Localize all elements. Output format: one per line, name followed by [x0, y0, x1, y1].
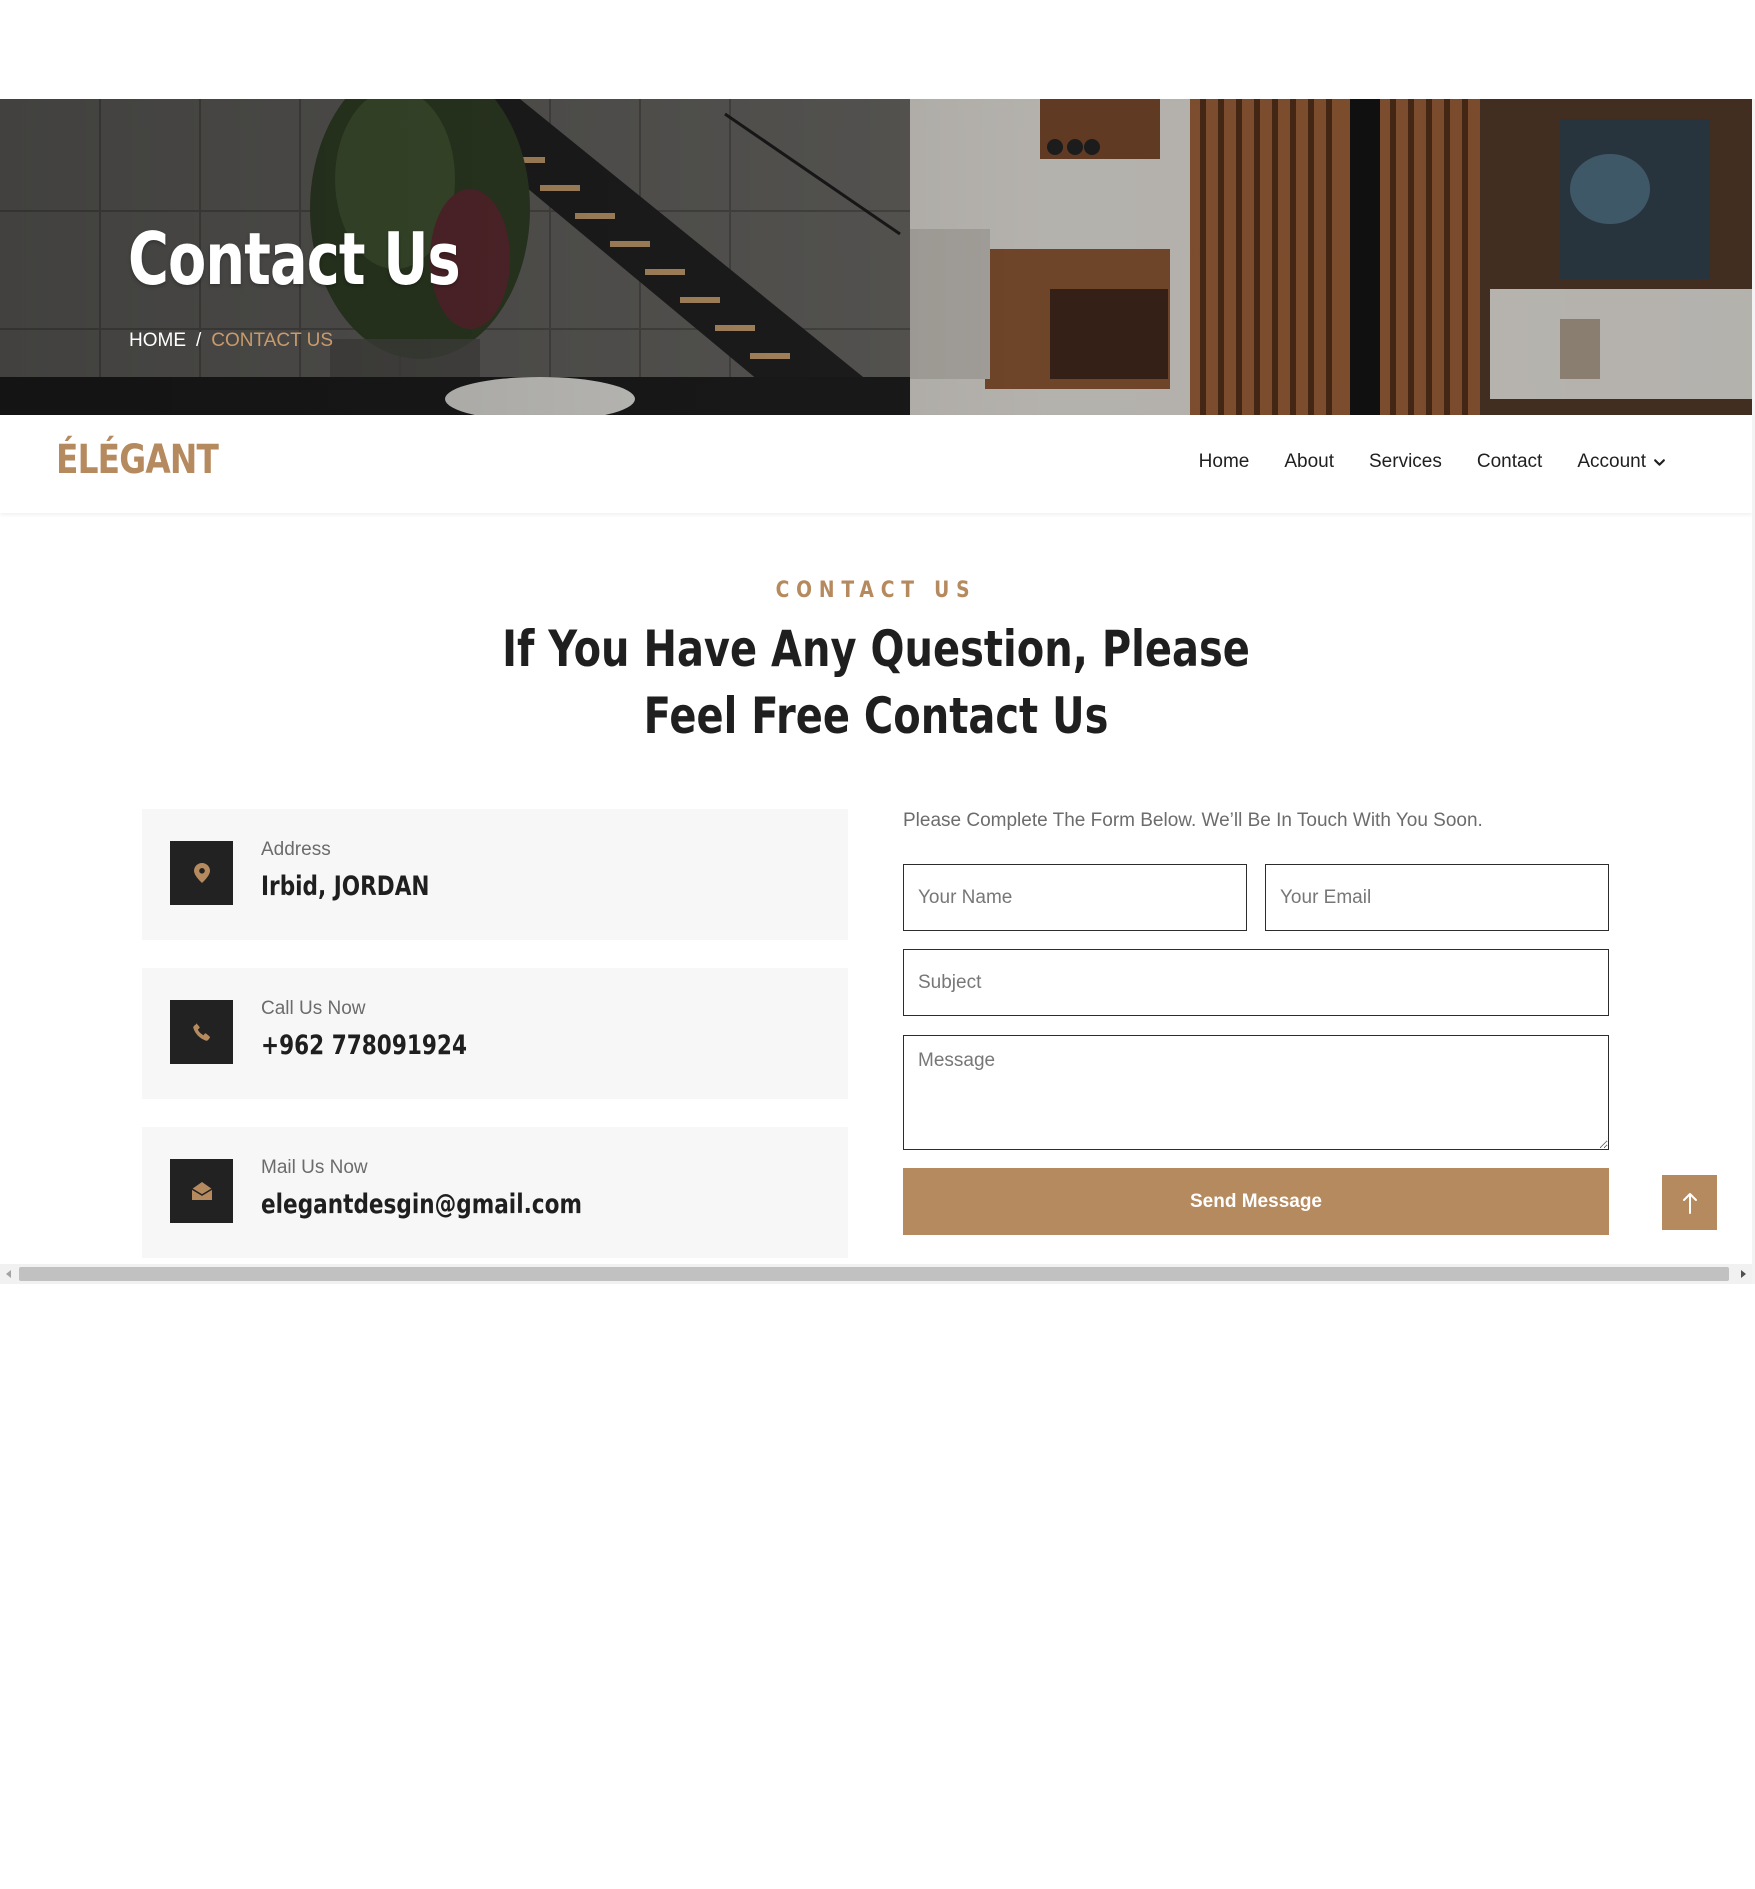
breadcrumb-current: CONTACT US: [211, 330, 334, 351]
chevron-down-icon: [1654, 458, 1665, 466]
envelope-open-icon: [170, 1159, 233, 1223]
scroll-left-arrow-icon[interactable]: [0, 1264, 18, 1284]
nav-item-about[interactable]: About: [1284, 451, 1334, 473]
map-pin-icon: [170, 841, 233, 905]
site-logo[interactable]: ÉLÉGANT: [56, 437, 219, 483]
nav-links: Home About Services Contact Account: [1199, 451, 1666, 473]
breadcrumb-home-link[interactable]: HOME: [129, 330, 186, 352]
nav-item-contact[interactable]: Contact: [1477, 451, 1542, 473]
address-value: Irbid, JORDAN: [261, 871, 430, 902]
headline-line-1: If You Have Any Question, Please: [502, 620, 1250, 678]
section-headline: If You Have Any Question, Please Feel Fr…: [175, 616, 1577, 750]
nav-item-home[interactable]: Home: [1199, 451, 1250, 473]
arrow-up-icon: [1682, 1192, 1697, 1214]
info-card-phone: Call Us Now +962 778091924: [142, 968, 848, 1099]
email-label: Mail Us Now: [261, 1157, 368, 1178]
send-message-button[interactable]: Send Message: [903, 1168, 1609, 1235]
page-title: Contact Us: [128, 217, 461, 301]
phone-icon: [170, 1000, 233, 1064]
main-navbar: ÉLÉGANT Home About Services Contact Acco…: [0, 415, 1752, 513]
email-value: elegantdesgin@gmail.com: [261, 1189, 582, 1220]
headline-line-2: Feel Free Contact Us: [643, 687, 1109, 745]
name-input[interactable]: [903, 864, 1247, 931]
address-label: Address: [261, 839, 331, 860]
horizontal-scrollbar-thumb[interactable]: [19, 1267, 1729, 1281]
subject-input[interactable]: [903, 949, 1609, 1016]
info-card-email: Mail Us Now elegantdesgin@gmail.com: [142, 1127, 848, 1258]
message-textarea[interactable]: [903, 1035, 1609, 1150]
phone-value: +962 778091924: [261, 1030, 467, 1061]
info-card-address: Address Irbid, JORDAN: [142, 809, 848, 940]
breadcrumb: HOME / CONTACT US: [129, 330, 333, 352]
page-hero: Contact Us HOME / CONTACT US: [0, 99, 1752, 415]
section-eyebrow: CONTACT US: [775, 578, 977, 603]
breadcrumb-separator: /: [196, 330, 202, 351]
nav-item-account-label: Account: [1577, 451, 1646, 472]
nav-item-services[interactable]: Services: [1369, 451, 1442, 473]
email-input[interactable]: [1265, 864, 1609, 931]
scroll-right-arrow-icon[interactable]: [1734, 1264, 1752, 1284]
back-to-top-button[interactable]: [1662, 1175, 1717, 1230]
horizontal-scrollbar[interactable]: [0, 1264, 1752, 1284]
form-intro: Please Complete The Form Below. We’ll Be…: [903, 810, 1483, 831]
nav-item-account[interactable]: Account: [1577, 451, 1666, 473]
phone-label: Call Us Now: [261, 998, 366, 1019]
